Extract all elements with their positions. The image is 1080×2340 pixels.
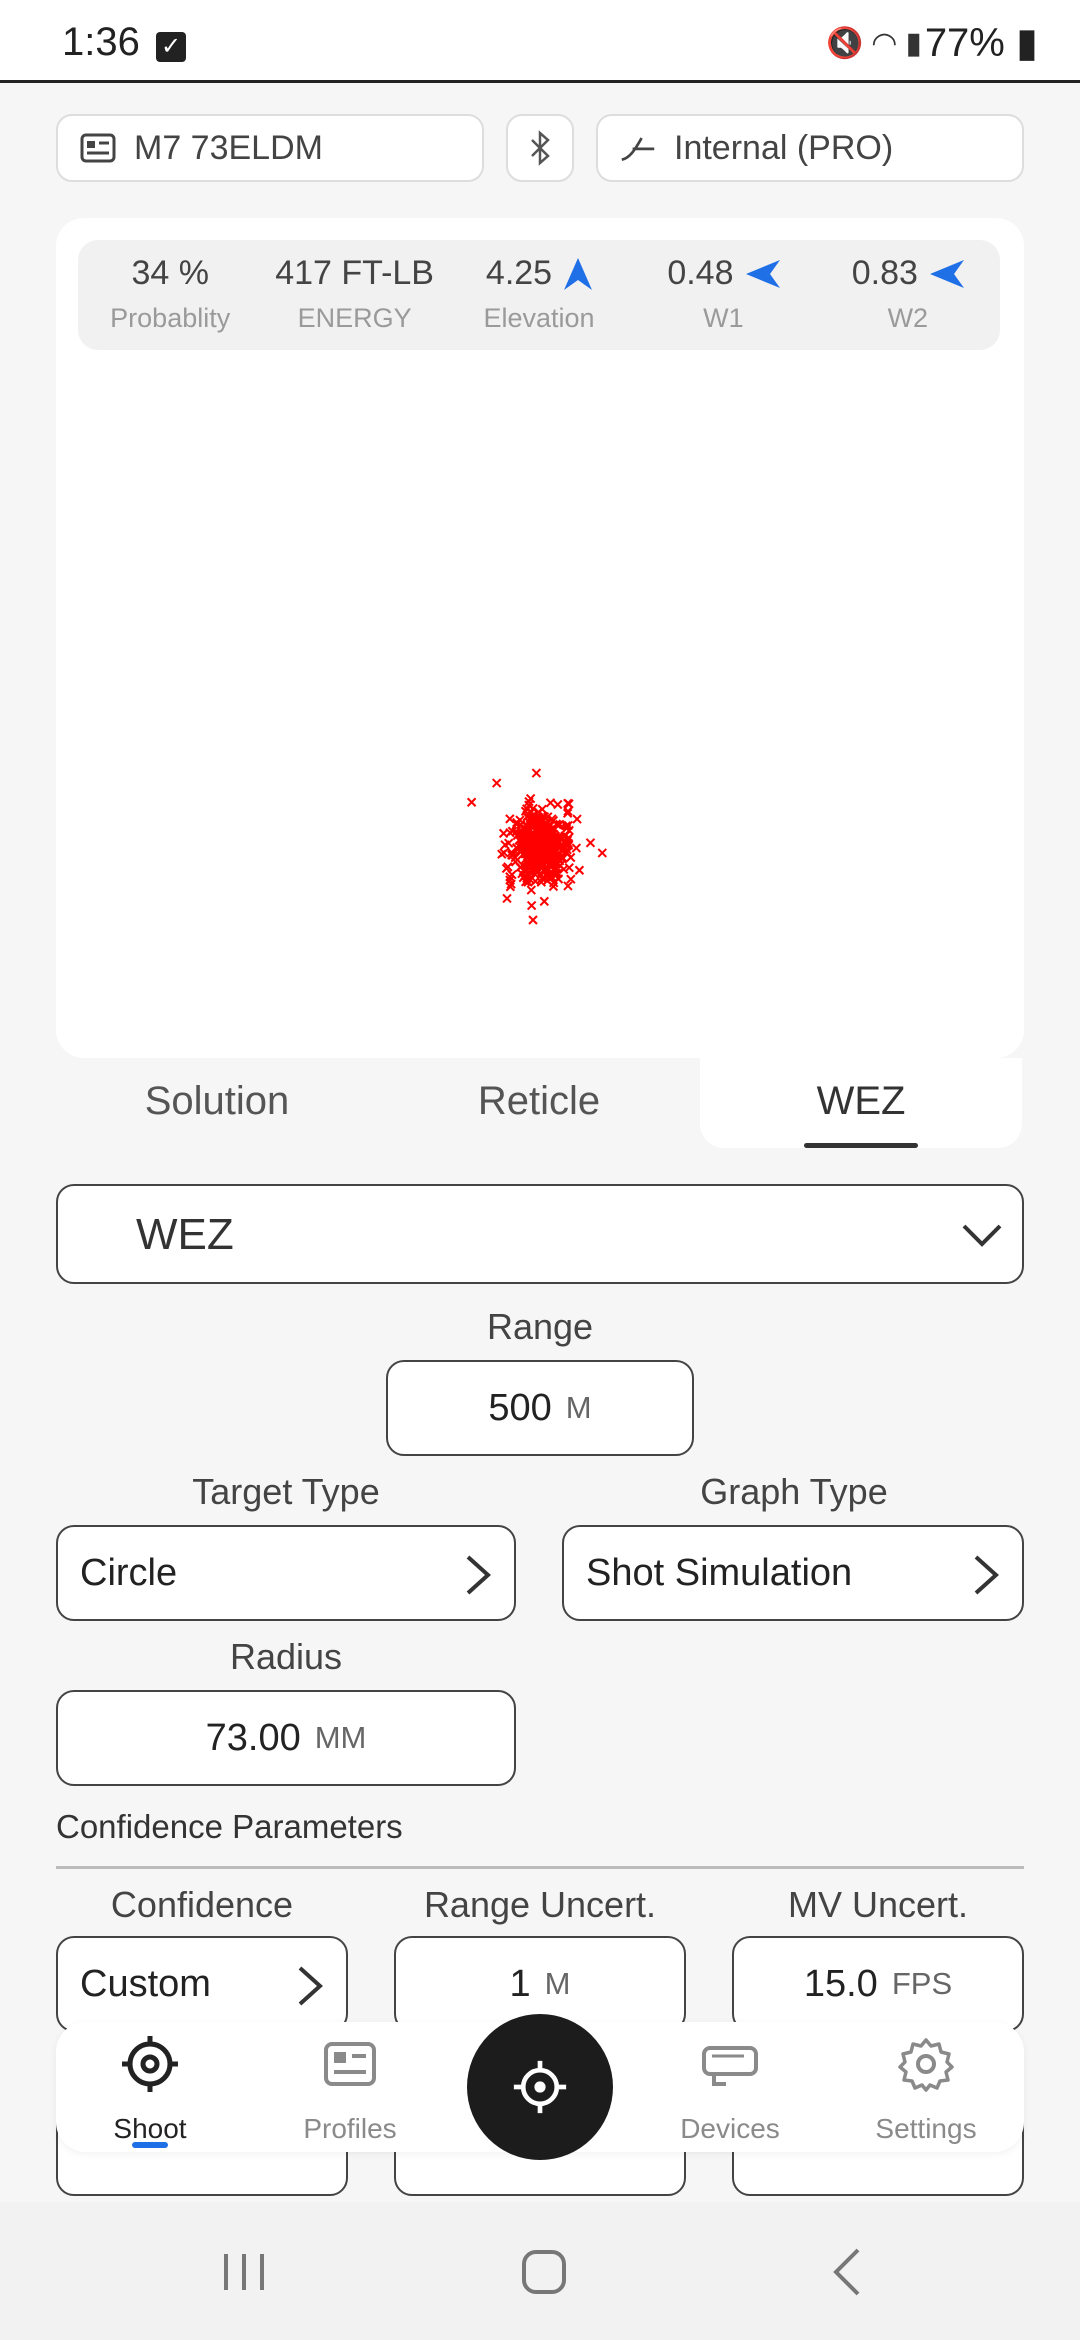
crosshair-icon [122,2036,178,2092]
arrow-up-icon [564,257,593,290]
back-icon[interactable] [818,2242,878,2302]
chevron-right-icon [974,1555,999,1595]
shot-marker [571,843,582,853]
recent-apps-icon[interactable] [214,2242,274,2302]
tab-underline [804,1143,918,1148]
wez-mode-dropdown[interactable]: WEZ [56,1184,1024,1284]
nav-devices[interactable]: Devices [650,2022,810,2152]
fire-solution-button[interactable] [467,2014,613,2160]
gear-icon [898,2038,954,2092]
battery-level: 77% ▮ [924,21,1038,65]
tab-wez[interactable]: WEZ [700,1058,1022,1148]
shot-marker [526,900,537,911]
range-input[interactable]: 500 M [386,1360,694,1456]
metric-probability: 34 % Probablity [110,254,231,333]
crosshair-icon [513,2060,567,2114]
chevron-right-icon [466,1555,491,1595]
wez-mode-value: WEZ [136,1210,234,1259]
tab-solution[interactable]: Solution [56,1058,378,1148]
graph-type-label: Graph Type [700,1471,888,1512]
graph-type-select[interactable]: Shot Simulation [562,1525,1024,1621]
active-indicator [132,2142,168,2148]
confidence-select[interactable]: Custom [56,1936,348,2032]
shot-marker [528,915,538,925]
profile-selector[interactable]: M7 73ELDM [56,114,484,182]
device-icon [702,2046,758,2086]
top-toolbar: M7 73ELDM Internal (PRO) [56,114,1024,182]
chevron-right-icon [298,1966,323,2006]
metric-energy: 417 FT-LB ENERGY [275,254,434,333]
shot-marker [545,798,556,808]
nav-profiles[interactable]: Profiles [270,2022,430,2152]
mute-icon: 🔇 [825,27,872,60]
target-type-select[interactable]: Circle [56,1525,516,1621]
solution-card: 34 % Probablity 417 FT-LB ENERGY 4.25 El… [56,218,1024,1058]
mv-uncert-input[interactable]: 15.0 FPS [732,1936,1024,2032]
bluetooth-icon [531,130,550,166]
home-icon[interactable] [514,2242,574,2302]
shot-marker [539,896,550,907]
shot-marker [597,848,607,858]
system-navigation [0,2202,1080,2340]
status-icons: 🔇◠▮ [826,26,930,61]
shot-marker [572,814,582,824]
profile-card-icon [324,2042,376,2086]
bluetooth-button[interactable] [506,114,574,182]
confidence-section-title: Confidence Parameters [56,1808,403,1845]
profile-name: M7 73ELDM [134,128,323,167]
shot-marker [531,768,542,778]
arrow-left-icon [745,259,780,288]
arrow-left-icon [929,259,964,288]
nav-shoot[interactable]: Shoot [70,2022,230,2152]
metrics-bar: 34 % Probablity 417 FT-LB ENERGY 4.25 El… [78,240,1000,350]
metric-w2: 0.83 W2 [816,240,1000,350]
profile-card-icon [80,130,116,166]
range-label: Range [486,1306,594,1347]
status-time: 1:36 [62,20,140,64]
shot-marker [498,828,509,839]
shot-marker [553,799,563,810]
range-uncert-label: Range Uncert. [423,1884,657,1925]
section-divider [56,1866,1024,1869]
tab-wez-label: WEZ [816,1079,906,1123]
shot-marker [491,778,502,788]
shot-simulation-plot [466,768,607,925]
solver-selector[interactable]: Internal (PRO) [596,114,1024,182]
radius-input[interactable]: 73.00 MM [56,1690,516,1786]
solver-name: Internal (PRO) [674,128,894,167]
shot-marker [466,797,477,807]
wifi-icon: ◠ [871,27,906,60]
metric-w1: 0.48 W1 [631,240,815,350]
confidence-label: Confidence [110,1884,294,1925]
chevron-down-icon [962,1224,1002,1247]
shot-marker [526,885,536,895]
nav-settings[interactable]: Settings [846,2022,1006,2152]
shot-marker [574,865,585,875]
shot-marker [502,893,512,904]
radius-label: Radius [229,1636,343,1677]
mv-uncert-label: MV Uncert. [787,1884,969,1925]
solver-curve-icon [620,130,656,166]
checkbox-notification-icon: ✓ [156,32,186,62]
metric-elevation: 4.25 Elevation [483,254,595,333]
status-bar: 1:36 ✓ 🔇◠▮ 77% ▮ [0,0,1080,83]
target-type-label: Target Type [192,1471,380,1512]
view-tabs: Solution Reticle WEZ [56,1058,1024,1148]
shot-marker [525,793,536,804]
tab-reticle[interactable]: Reticle [378,1058,700,1148]
shot-marker [585,838,596,848]
